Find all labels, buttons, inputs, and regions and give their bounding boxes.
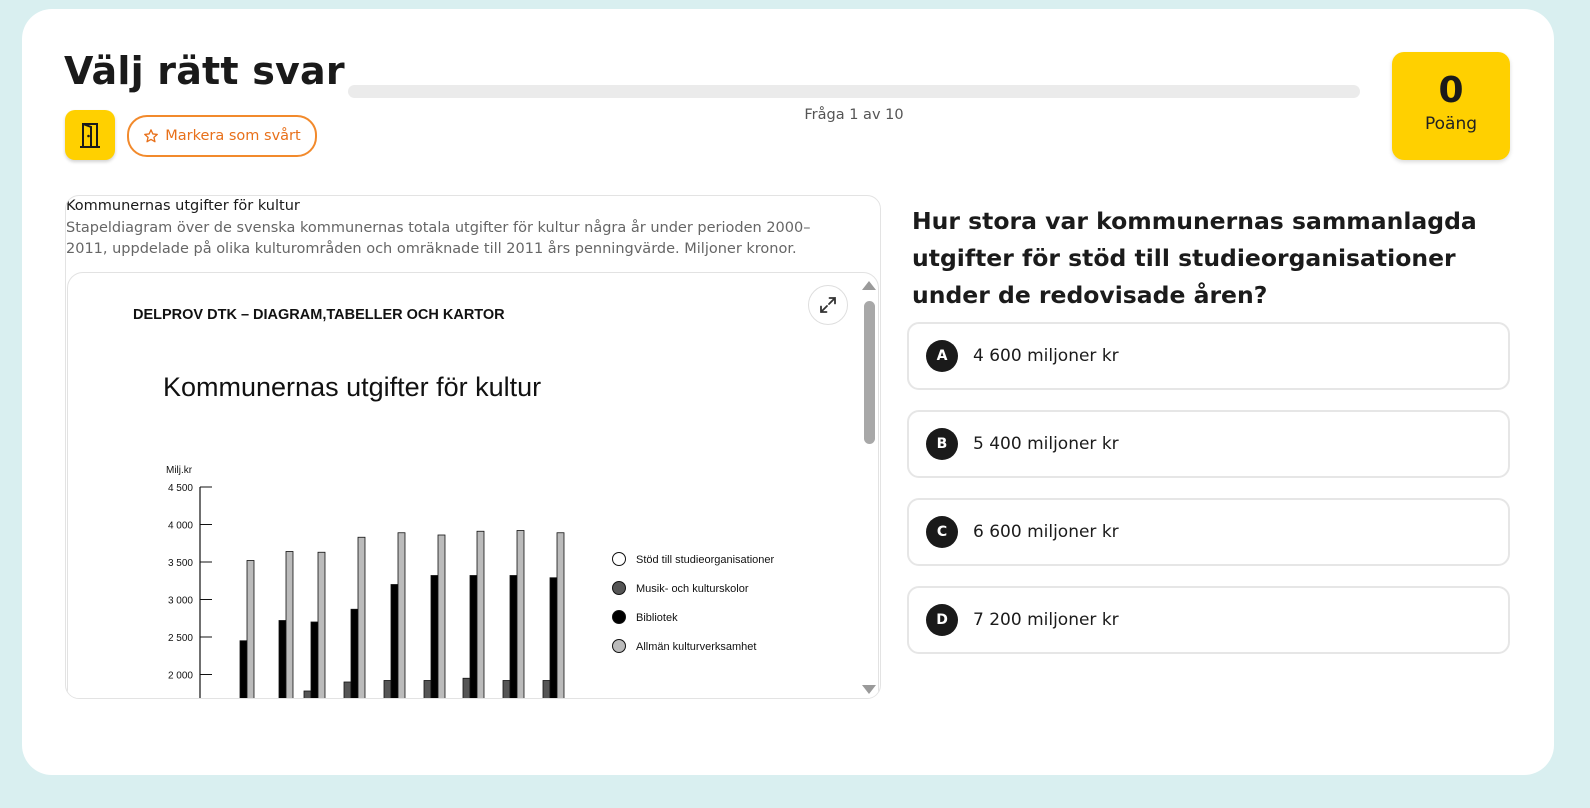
legend-label: Stöd till studieorganisationer [636, 554, 775, 566]
bar-musik-och-kulturskolor [343, 681, 352, 698]
option-a[interactable]: A 4 600 miljoner kr [907, 322, 1510, 390]
chart-header-text: DELPROV DTK – DIAGRAM,TABELLER OCH KARTO… [133, 307, 505, 323]
y-tick-label: 4 000 [168, 521, 193, 532]
bar-bibliotek [350, 608, 359, 698]
option-letter-badge: B [926, 428, 958, 460]
bar-allmän-kulturverksamhet [246, 560, 255, 698]
score-label: Poäng [1424, 114, 1478, 134]
chart-image[interactable]: DELPROV DTK – DIAGRAM,TABELLER OCH KARTO… [67, 272, 879, 698]
quiz-card: Välj rätt svar Markera som svårt Fråga 1… [22, 9, 1554, 775]
option-c[interactable]: C 6 600 miljoner kr [907, 498, 1510, 566]
door-exit-icon [80, 123, 100, 148]
bar-bibliotek [278, 620, 287, 698]
legend-marker [612, 610, 626, 624]
bar-bibliotek [239, 640, 248, 698]
y-tick-label: 3 500 [168, 558, 193, 569]
bar-allmän-kulturverksamhet [285, 551, 294, 698]
figure-description: Stapeldiagram över de svenska kommunerna… [66, 220, 811, 257]
bar-allmän-kulturverksamhet [357, 536, 366, 698]
figure-title: Kommunernas utgifter för kultur [66, 198, 300, 214]
bar-musik-och-kulturskolor [303, 690, 312, 698]
bar-allmän-kulturverksamhet [516, 530, 525, 698]
option-text: 6 600 miljoner kr [973, 522, 1119, 542]
progress-label: Fråga 1 av 10 [804, 107, 904, 123]
bar-allmän-kulturverksamhet [437, 534, 446, 698]
expand-button[interactable] [808, 285, 848, 325]
bar-musik-och-kulturskolor [383, 680, 392, 698]
scroll-thumb[interactable] [864, 301, 875, 444]
bar-musik-och-kulturskolor [423, 680, 432, 698]
chart-svg: DELPROV DTK – DIAGRAM,TABELLER OCH KARTO… [133, 307, 775, 698]
bar-musik-och-kulturskolor [502, 680, 511, 698]
bar-allmän-kulturverksamhet [397, 532, 406, 698]
legend-label: Bibliotek [636, 612, 678, 624]
page-title: Välj rätt svar [64, 49, 345, 93]
y-tick-label: 4 500 [168, 483, 193, 494]
y-axis-label: Milj.kr [166, 465, 193, 476]
legend-marker [612, 581, 626, 595]
y-tick-label: 3 000 [168, 596, 193, 607]
bar-bibliotek [430, 575, 439, 698]
legend-label: Musik- och kulturskolor [636, 583, 749, 595]
bar-musik-och-kulturskolor [542, 680, 551, 698]
score-box: 0 Poäng [1392, 52, 1510, 160]
legend-marker [612, 552, 626, 566]
score-value: 0 [1438, 70, 1464, 111]
scroll-down-arrow-icon[interactable] [862, 685, 876, 694]
y-tick-label: 2 500 [168, 633, 193, 644]
bar-bibliotek [469, 575, 478, 698]
option-d[interactable]: D 7 200 miljoner kr [907, 586, 1510, 654]
bar-bibliotek [310, 621, 319, 698]
bar-bibliotek [549, 577, 558, 698]
y-tick-label: 2 000 [168, 671, 193, 682]
legend-marker [612, 639, 626, 653]
expand-icon [820, 297, 836, 313]
mark-difficult-label: Markera som svårt [165, 128, 301, 144]
answer-options: A 4 600 miljoner kr B 5 400 miljoner kr … [907, 322, 1510, 674]
option-letter-badge: D [926, 604, 958, 636]
bar-musik-och-kulturskolor [462, 677, 471, 698]
star-outline-icon [144, 129, 159, 143]
bar-bibliotek [390, 584, 399, 698]
option-b[interactable]: B 5 400 miljoner kr [907, 410, 1510, 478]
question-text: Hur stora var kommunernas sammanlagda ut… [912, 207, 1477, 309]
option-text: 4 600 miljoner kr [973, 346, 1119, 366]
progress-bar [348, 85, 1360, 98]
bar-allmän-kulturverksamhet [317, 551, 326, 698]
option-letter-badge: C [926, 516, 958, 548]
figure-scrollbar[interactable] [860, 273, 878, 698]
bar-allmän-kulturverksamhet [476, 530, 485, 698]
scroll-up-arrow-icon[interactable] [862, 281, 876, 290]
figure-panel: Kommunernas utgifter för kultur Stapeldi… [65, 195, 881, 699]
bar-allmän-kulturverksamhet [556, 532, 565, 698]
option-letter-badge: A [926, 340, 958, 372]
exit-button[interactable] [65, 110, 115, 160]
option-text: 7 200 miljoner kr [973, 610, 1119, 630]
legend-label: Allmän kulturverksamhet [636, 641, 756, 653]
option-text: 5 400 miljoner kr [973, 434, 1119, 454]
mark-difficult-button[interactable]: Markera som svårt [127, 115, 317, 157]
chart-title: Kommunernas utgifter för kultur [163, 372, 541, 402]
bar-bibliotek [509, 575, 518, 698]
